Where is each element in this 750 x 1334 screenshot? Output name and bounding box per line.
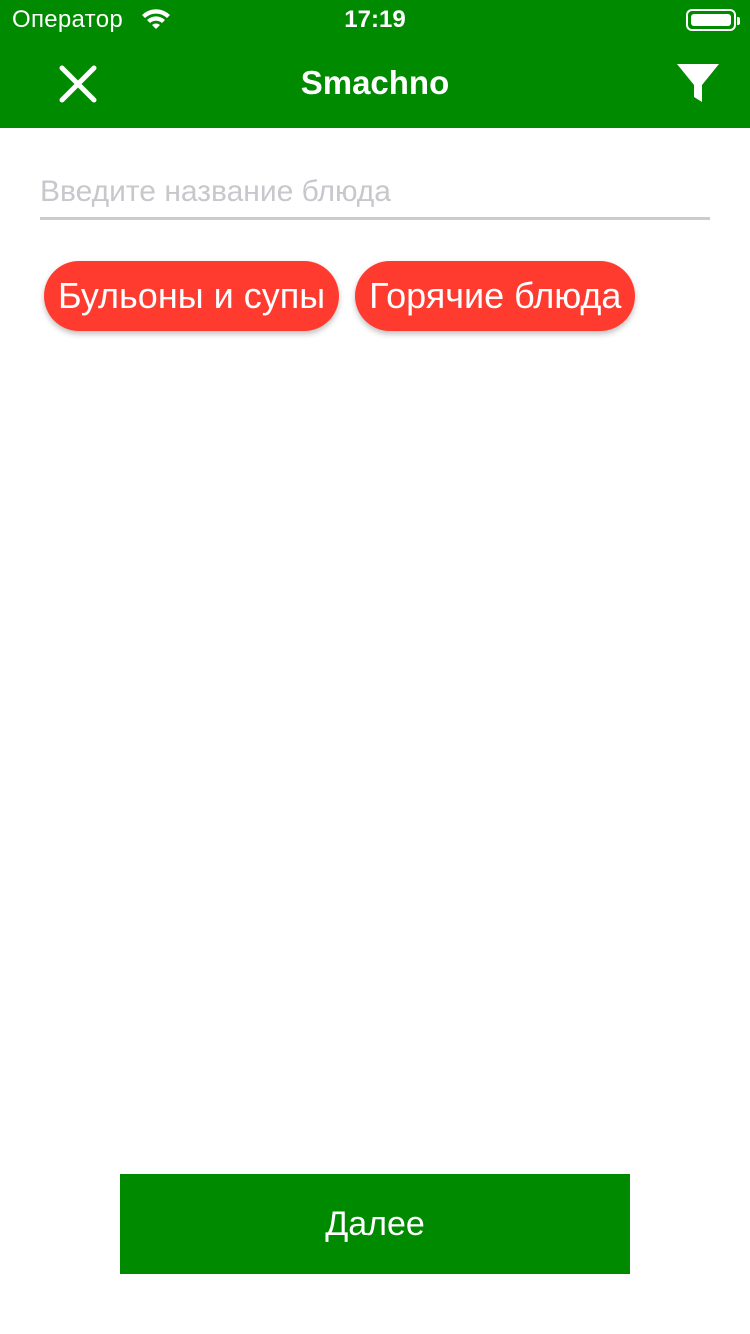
status-time: 17:19 [344,6,406,33]
nav-bar: Smachno [0,40,750,128]
filter-icon[interactable] [672,58,724,110]
next-button[interactable]: Далее [120,1174,630,1274]
search-field [40,168,710,220]
search-input[interactable] [40,168,710,216]
app-header: Оператор 17:19 Smachno [0,0,750,128]
selected-categories: Бульоны и супы Горячие блюда [44,261,636,331]
category-chip[interactable]: Бульоны и супы [44,261,340,331]
battery-icon [686,9,740,31]
page-title: Smachno [300,64,450,101]
category-chip[interactable]: Горячие блюда [355,261,636,331]
status-bar: Оператор 17:19 [0,0,750,40]
